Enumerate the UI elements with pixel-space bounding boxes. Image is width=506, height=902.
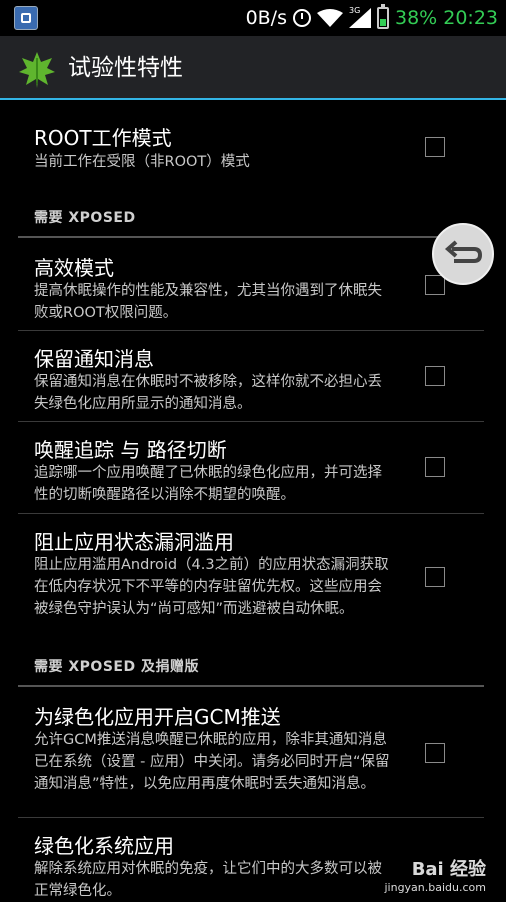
status-indicators: 0B/s 3G 38% 20:23 — [246, 3, 498, 33]
pref-summary: 保留通知消息在休眠时不被移除，这样你就不必担心丢失绿色化应用所显示的通知消息。 — [34, 374, 382, 412]
notification-app-icon — [14, 6, 38, 30]
network-type-label: 3G — [349, 6, 361, 15]
pref-title: 唤醒追踪 与 路径切断 — [34, 438, 227, 462]
battery-percent: 38% — [395, 7, 438, 29]
pref-summary: 阻止应用滥用Android（4.3之前）的应用状态漏洞获取在低内存状况下不平等的… — [34, 557, 389, 617]
back-arrow-icon — [444, 240, 483, 263]
pref-block-app-state-abuse[interactable]: 阻止应用状态漏洞滥用 阻止应用滥用Android（4.3之前）的应用状态漏洞获取… — [0, 514, 506, 642]
pref-efficient-mode[interactable]: 高效模式 提高休眠操作的性能及兼容性，尤其当你遇到了休眠失败或ROOT权限问题。 — [0, 238, 506, 330]
network-speed: 0B/s — [245, 7, 287, 29]
pref-title: 绿色化系统应用 — [34, 834, 174, 858]
pref-title: 为绿色化应用开启GCM推送 — [34, 705, 281, 729]
pref-summary: 提高休眠操作的性能及兼容性，尤其当你遇到了休眠失败或ROOT权限问题。 — [34, 283, 382, 321]
pref-summary: 允许GCM推送消息唤醒已休眠的应用，除非其通知消息已在系统（设置 - 应用）中关… — [34, 732, 390, 792]
clock: 20:23 — [443, 7, 498, 29]
battery-icon — [377, 4, 389, 29]
pref-summary: 解除系统应用对休眠的免疫，让它们中的大多数可以被正常绿色化。 — [34, 861, 382, 899]
leaf-logo-icon[interactable] — [18, 50, 56, 88]
watermark-logo: Bai 经验 — [411, 859, 486, 880]
pref-title: 阻止应用状态漏洞滥用 — [34, 530, 234, 554]
wakeup-tracking-checkbox[interactable] — [425, 457, 445, 477]
floating-back-button[interactable] — [432, 223, 494, 285]
pref-summary: 当前工作在受限（非ROOT）模式 — [34, 154, 250, 170]
pref-title: 高效模式 — [34, 256, 114, 280]
keep-notifications-checkbox[interactable] — [425, 366, 445, 386]
watermark: Bai 经验 jingyan.baidu.com — [384, 855, 486, 894]
page-title: 试验性特性 — [68, 55, 183, 81]
pref-keep-notifications[interactable]: 保留通知消息 保留通知消息在休眠时不被移除，这样你就不必担心丢失绿色化应用所显示… — [0, 331, 506, 421]
block-app-state-abuse-checkbox[interactable] — [425, 567, 445, 587]
alarm-icon — [293, 9, 311, 27]
section-header-xposed-donation: 需要 XPOSED 及捐赠版 — [34, 659, 199, 675]
status-bar: 0B/s 3G 38% 20:23 — [0, 0, 506, 36]
pref-title: 保留通知消息 — [34, 347, 154, 371]
action-bar: 试验性特性 — [0, 36, 506, 100]
pref-root-mode[interactable]: ROOT工作模式 当前工作在受限（非ROOT）模式 — [0, 100, 506, 198]
pref-title: ROOT工作模式 — [34, 126, 172, 150]
preference-list[interactable]: ROOT工作模式 当前工作在受限（非ROOT）模式 需要 XPOSED 高效模式… — [0, 100, 506, 900]
pref-gcm-push[interactable]: 为绿色化应用开启GCM推送 允许GCM推送消息唤醒已休眠的应用，除非其通知消息已… — [0, 687, 506, 817]
watermark-url: jingyan.baidu.com — [384, 881, 486, 894]
pref-wakeup-tracking[interactable]: 唤醒追踪 与 路径切断 追踪哪一个应用唤醒了已休眠的绿色化应用，并可选择性的切断… — [0, 422, 506, 512]
root-mode-checkbox[interactable] — [425, 137, 445, 157]
wifi-icon — [317, 9, 343, 27]
pref-summary: 追踪哪一个应用唤醒了已休眠的绿色化应用，并可选择性的切断唤醒路径以消除不期望的唤… — [34, 465, 382, 503]
signal-icon: 3G — [349, 6, 371, 28]
section-header-xposed: 需要 XPOSED — [34, 210, 136, 226]
gcm-push-checkbox[interactable] — [425, 743, 445, 763]
